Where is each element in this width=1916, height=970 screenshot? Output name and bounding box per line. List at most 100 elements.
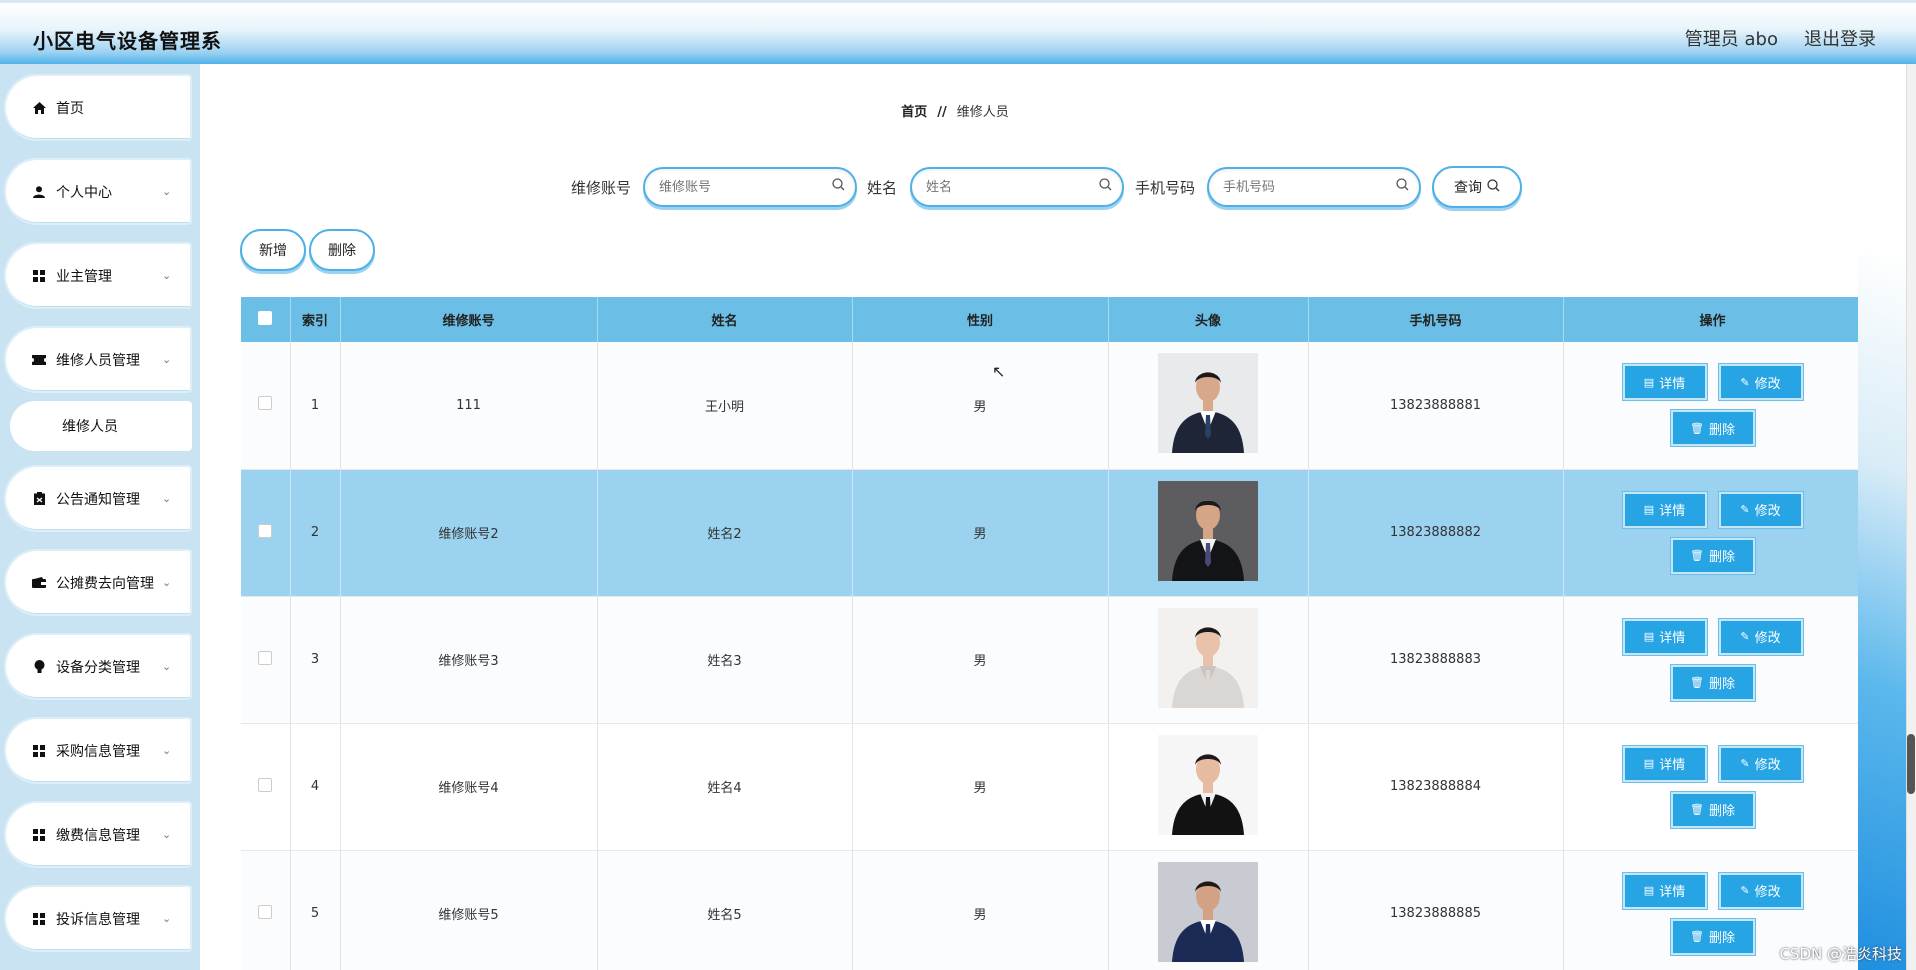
page-scrollbar[interactable] [1906,64,1916,970]
document-icon: ▤ [1643,884,1655,897]
cell-gender: 男 [852,850,1109,970]
cell-account: 维修账号3 [340,596,598,724]
batch-delete-button[interactable]: 删除 [309,229,375,271]
sidebar-item-notice-management[interactable]: 公告通知管理 ⌄ [4,465,192,532]
phone-search-input[interactable] [1223,169,1393,205]
sidebar-item-home[interactable]: 首页 [4,74,192,141]
name-search-field[interactable] [910,167,1124,207]
detail-button[interactable]: ▤ 详情 [1622,745,1707,782]
delete-button[interactable]: 🗑 删除 [1670,918,1755,955]
sidebar-item-public-fee-management[interactable]: 公摊费去向管理 ⌄ [4,549,192,616]
breadcrumb-home[interactable]: 首页 [901,105,927,120]
detail-button-label: 详情 [1659,758,1686,773]
row-checkbox[interactable] [258,777,273,792]
search-icon [1487,178,1500,196]
scrollbar-thumb[interactable] [1907,734,1915,794]
row-checkbox[interactable] [258,396,273,411]
table-row[interactable]: 5 维修账号5 姓名5 男 13823888885 ▤ 详情 ✎ 修改 🗑 删除 [241,850,1862,970]
main-content: 首页 // 维修人员 维修账号 姓名 手机号码 查询 新增 删除 [200,64,1916,970]
column-header-actions: 操作 [1563,297,1862,342]
sidebar-item-label: 公摊费去向管理 [56,575,154,592]
column-header-phone: 手机号码 [1308,297,1564,342]
avatar [1158,734,1258,835]
row-checkbox[interactable] [258,523,273,538]
delete-button-label: 删除 [1708,677,1735,692]
top-bar: 小区电气设备管理系 管理员 abo 退出登录 [0,0,1916,64]
cell-avatar [1108,469,1309,597]
row-select-cell[interactable] [241,850,291,970]
avatar [1158,353,1258,454]
row-checkbox[interactable] [258,904,273,919]
edit-button[interactable]: ✎ 修改 [1718,364,1803,401]
query-button[interactable]: 查询 [1432,166,1522,208]
breadcrumb-current: 维修人员 [956,105,1009,120]
row-select-cell[interactable] [241,469,291,597]
detail-button[interactable]: ▤ 详情 [1622,364,1707,401]
edit-button[interactable]: ✎ 修改 [1718,618,1803,655]
avatar [1158,607,1258,708]
chevron-down-icon: ⌄ [162,660,172,673]
repair-staff-table: 索引 维修账号 姓名 性别 头像 手机号码 操作 1 111 王小明男 1382388… [241,297,1862,970]
cell-avatar [1108,596,1309,724]
cell-gender: 男 [852,723,1109,851]
pencil-icon: ✎ [1740,757,1750,770]
column-header-name: 姓名 [597,297,853,342]
cell-gender: 男 [852,469,1109,597]
sidebar-item-purchase-management[interactable]: 采购信息管理 ⌄ [4,717,192,784]
row-select-cell[interactable] [241,342,291,470]
detail-button[interactable]: ▤ 详情 [1622,872,1707,909]
row-checkbox[interactable] [258,650,273,665]
sidebar: 首页 个人中心 ⌄ 业主管理 ⌄ 维修人员管理 ⌄ 维修人员 公告通知管理 ⌄ … [0,64,200,970]
pencil-icon: ✎ [1740,630,1750,643]
delete-button[interactable]: 🗑 删除 [1670,664,1755,701]
cell-phone: 13823888884 [1308,723,1564,851]
edit-button-label: 修改 [1754,885,1781,900]
detail-button[interactable]: ▤ 详情 [1622,618,1707,655]
table-row[interactable]: 2 维修账号2 姓名2 男 13823888882 ▤ 详情 ✎ 修改 🗑 删除 [241,469,1862,597]
chevron-down-icon: ⌄ [162,912,172,925]
grid-icon [32,828,46,842]
row-select-cell[interactable] [241,723,291,851]
account-search-input[interactable] [659,169,829,205]
sidebar-item-personal-center[interactable]: 个人中心 ⌄ [4,158,192,225]
sidebar-item-device-category-management[interactable]: 设备分类管理 ⌄ [4,633,192,700]
edit-button[interactable]: ✎ 修改 [1718,491,1803,528]
detail-button[interactable]: ▤ 详情 [1622,491,1707,528]
cell-account: 维修账号2 [340,469,598,597]
sidebar-item-repair-staff-management[interactable]: 维修人员管理 ⌄ [4,326,192,393]
delete-button[interactable]: 🗑 删除 [1670,537,1755,574]
table-row[interactable]: 1 111 王小明男 13823888881 ▤ 详情 ✎ 修改 🗑 删除 [241,342,1862,470]
edit-button[interactable]: ✎ 修改 [1718,745,1803,782]
select-all-cell[interactable] [241,297,291,342]
table-row[interactable]: 3 维修账号3 姓名3 男 13823888883 ▤ 详情 ✎ 修改 🗑 删除 [241,596,1862,724]
logout-link[interactable]: 退出登录 [1804,25,1876,51]
delete-button[interactable]: 🗑 删除 [1670,410,1755,447]
chevron-down-icon: ⌄ [162,744,172,757]
phone-search-field[interactable] [1207,167,1421,207]
breadcrumb: 首页 // 维修人员 [200,101,1710,120]
sidebar-subitem-repair-staff[interactable]: 维修人员 [10,401,192,451]
column-header-index: 索引 [290,297,341,342]
home-icon [32,101,46,115]
cell-name: 姓名5 [597,850,853,970]
edit-button-label: 修改 [1754,631,1781,646]
cell-actions: ▤ 详情 ✎ 修改 🗑 删除 [1563,342,1862,470]
sidebar-item-complaint-management[interactable]: 投诉信息管理 ⌄ [4,885,192,952]
delete-button-label: 删除 [1708,422,1735,438]
name-search-input[interactable] [926,169,1096,205]
delete-button[interactable]: 🗑 删除 [1670,791,1755,828]
cell-index: 1 [290,342,341,470]
account-search-field[interactable] [643,167,857,207]
document-icon: ▤ [1643,375,1655,389]
cell-name: 王小明 [597,342,853,470]
sidebar-item-owner-management[interactable]: 业主管理 ⌄ [4,242,192,309]
sidebar-item-payment-management[interactable]: 缴费信息管理 ⌄ [4,801,192,868]
add-button[interactable]: 新增 [240,229,306,271]
table-row[interactable]: 4 维修账号4 姓名4 男 13823888884 ▤ 详情 ✎ 修改 🗑 删除 [241,723,1862,851]
row-select-cell[interactable] [241,596,291,724]
edit-button[interactable]: ✎ 修改 [1718,872,1803,909]
chevron-down-icon: ⌄ [162,269,172,282]
trash-icon: 🗑 [1690,549,1704,562]
chevron-down-icon: ⌄ [162,185,172,198]
select-all-checkbox[interactable] [258,310,273,325]
